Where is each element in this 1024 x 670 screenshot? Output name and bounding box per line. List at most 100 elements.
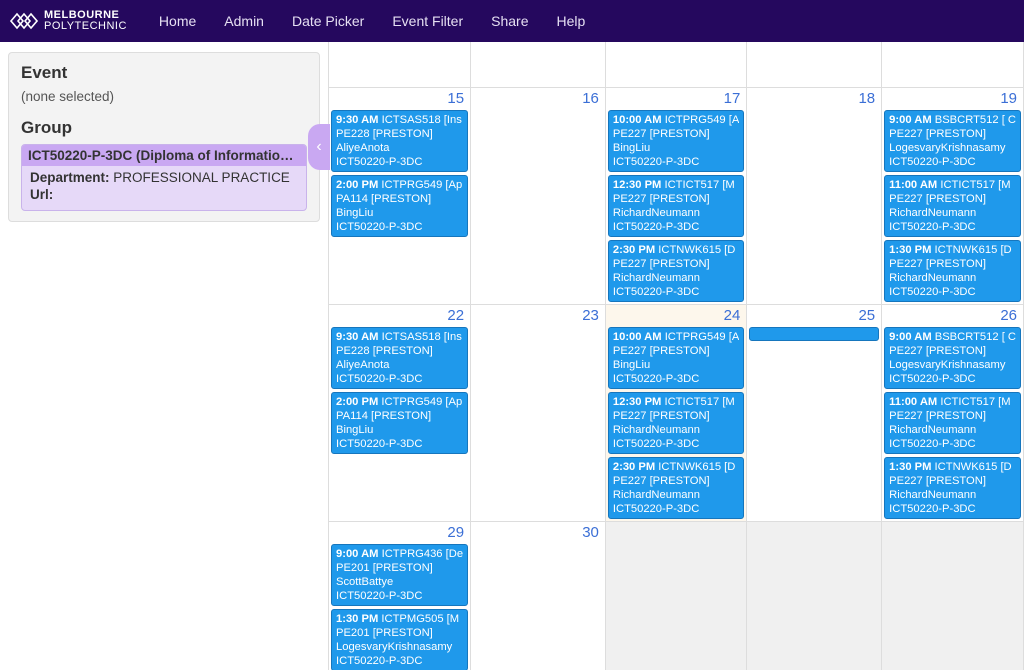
- day-cell[interactable]: 23: [471, 305, 606, 522]
- day-cell[interactable]: 15 9:30 AM ICTSAS518 [InsPE228 [PRESTON]A…: [329, 88, 471, 305]
- day-number[interactable]: 24: [724, 307, 741, 324]
- day-cell[interactable]: 16: [471, 88, 606, 305]
- day-cell[interactable]: [747, 522, 882, 670]
- event-code: ICT50220-P-3DC: [613, 437, 739, 451]
- brand-logo[interactable]: MELBOURNE POLYTECHNIC: [10, 10, 127, 32]
- event-time: 12:30 PM: [613, 396, 662, 408]
- event-who: RichardNeumann: [613, 206, 739, 220]
- event-room: PE227 [PRESTON]: [613, 257, 739, 271]
- calendar-event[interactable]: 2:30 PM ICTNWK615 [DPE227 [PRESTON]Richa…: [608, 240, 744, 302]
- calendar-event[interactable]: 9:30 AM ICTSAS518 [InsPE228 [PRESTON]Ali…: [331, 327, 468, 389]
- calendar-event[interactable]: 1:30 PM ICTNWK615 [DPE227 [PRESTON]Richa…: [884, 240, 1021, 302]
- day-cell[interactable]: [606, 42, 747, 88]
- event-code: ICT50220-P-3DC: [889, 285, 1016, 299]
- event-who: AliyeAnota: [336, 141, 463, 155]
- day-cell[interactable]: 25: [747, 305, 882, 522]
- day-cell[interactable]: 19 9:00 AM BSBCRT512 [ CPE227 [PRESTON]Lo…: [882, 88, 1024, 305]
- day-number[interactable]: 17: [724, 90, 741, 107]
- day-cell[interactable]: 29 9:00 AM ICTPRG436 [DePE201 [PRESTON]Sc…: [329, 522, 471, 670]
- nav-item-event-filter[interactable]: Event Filter: [378, 0, 477, 42]
- calendar-event[interactable]: 1:30 PM ICTNWK615 [DPE227 [PRESTON]Richa…: [884, 457, 1021, 519]
- nav-items: HomeAdminDate PickerEvent FilterShareHel…: [145, 0, 599, 42]
- day-number[interactable]: 18: [858, 90, 875, 107]
- event-code: ICT50220-P-3DC: [613, 155, 739, 169]
- calendar-event[interactable]: 1:30 PM ICTPMG505 [MPE201 [PRESTON]Loges…: [331, 609, 468, 670]
- event-title: ICTNWK615 [D: [655, 461, 735, 473]
- event-time: 2:30 PM: [613, 244, 655, 256]
- day-number[interactable]: 29: [447, 524, 464, 541]
- nav-item-share[interactable]: Share: [477, 0, 542, 42]
- calendar-event[interactable]: 2:00 PM ICTPRG549 [ApPA114 [PRESTON]Bing…: [331, 175, 468, 237]
- day-cell[interactable]: 18: [747, 88, 882, 305]
- day-cell[interactable]: [471, 42, 606, 88]
- day-number[interactable]: 16: [582, 90, 599, 107]
- day-cell[interactable]: 24 10:00 AM ICTPRG549 [APE227 [PRESTON]Bi…: [606, 305, 747, 522]
- event-who: RichardNeumann: [889, 206, 1016, 220]
- events-container: 10:00 AM ICTPRG549 [APE227 [PRESTON]Bing…: [608, 110, 744, 302]
- calendar-event[interactable]: 12:30 PM ICTICT517 [MPE227 [PRESTON]Rich…: [608, 392, 744, 454]
- event-time: 2:00 PM: [336, 179, 378, 191]
- event-room: PE227 [PRESTON]: [889, 344, 1016, 358]
- nav-item-date-picker[interactable]: Date Picker: [278, 0, 378, 42]
- day-cell[interactable]: 17 10:00 AM ICTPRG549 [APE227 [PRESTON]Bi…: [606, 88, 747, 305]
- day-cell[interactable]: 22 9:30 AM ICTSAS518 [InsPE228 [PRESTON]A…: [329, 305, 471, 522]
- event-room: PE227 [PRESTON]: [889, 192, 1016, 206]
- day-number[interactable]: 15: [447, 90, 464, 107]
- event-code: ICT50220-P-3DC: [613, 220, 739, 234]
- events-container: 9:30 AM ICTSAS518 [InsPE228 [PRESTON]Ali…: [331, 110, 468, 237]
- day-cell[interactable]: 30: [471, 522, 606, 670]
- main: Event (none selected) Group ICT50220-P-3…: [0, 42, 1024, 670]
- event-time: 9:30 AM: [336, 114, 378, 126]
- day-cell[interactable]: [747, 42, 882, 88]
- calendar-event[interactable]: 10:00 AM ICTPRG549 [APE227 [PRESTON]Bing…: [608, 110, 744, 172]
- day-cell[interactable]: [882, 522, 1024, 670]
- day-cell[interactable]: 26 9:00 AM BSBCRT512 [ CPE227 [PRESTON]Lo…: [882, 305, 1024, 522]
- calendar-event[interactable]: 2:00 PM ICTPRG549 [ApPA114 [PRESTON]Bing…: [331, 392, 468, 454]
- sidebar-panel: Event (none selected) Group ICT50220-P-3…: [8, 52, 320, 222]
- calendar-event[interactable]: 9:00 AM ICTPRG436 [DePE201 [PRESTON]Scot…: [331, 544, 468, 606]
- events-container: 9:00 AM ICTPRG436 [DePE201 [PRESTON]Scot…: [331, 544, 468, 670]
- event-room: PE227 [PRESTON]: [613, 344, 739, 358]
- event-time: 1:30 PM: [889, 244, 931, 256]
- event-title: ICTPRG436 [De: [378, 548, 463, 560]
- collapse-sidebar-button[interactable]: ‹: [308, 124, 330, 170]
- day-number[interactable]: 25: [858, 307, 875, 324]
- brand-text: MELBOURNE POLYTECHNIC: [44, 10, 127, 32]
- event-room: PA114 [PRESTON]: [336, 409, 463, 423]
- day-number[interactable]: 19: [1000, 90, 1017, 107]
- day-number[interactable]: 23: [582, 307, 599, 324]
- calendar-event[interactable]: 11:00 AM ICTICT517 [MPE227 [PRESTON]Rich…: [884, 392, 1021, 454]
- day-number[interactable]: 22: [447, 307, 464, 324]
- day-number[interactable]: 30: [582, 524, 599, 541]
- event-code: ICT50220-P-3DC: [889, 220, 1016, 234]
- event-room: PE227 [PRESTON]: [613, 474, 739, 488]
- calendar-event[interactable]: 2:30 PM ICTNWK615 [DPE227 [PRESTON]Richa…: [608, 457, 744, 519]
- calendar-event[interactable]: [749, 327, 879, 341]
- calendar-event[interactable]: 10:00 AM ICTPRG549 [APE227 [PRESTON]Bing…: [608, 327, 744, 389]
- nav-item-admin[interactable]: Admin: [210, 0, 278, 42]
- event-time: 1:30 PM: [336, 613, 378, 625]
- day-cell[interactable]: [882, 42, 1024, 88]
- event-time: 2:30 PM: [613, 461, 655, 473]
- event-time: 10:00 AM: [613, 114, 662, 126]
- nav-item-home[interactable]: Home: [145, 0, 210, 42]
- day-cell[interactable]: [606, 522, 747, 670]
- event-room: PE227 [PRESTON]: [889, 474, 1016, 488]
- event-who: RichardNeumann: [613, 271, 739, 285]
- chevron-left-icon: ‹: [316, 138, 321, 156]
- group-card[interactable]: ICT50220-P-3DC (Diploma of Information T…: [21, 144, 307, 211]
- group-dept-label: Department:: [30, 170, 110, 185]
- calendar-event[interactable]: 11:00 AM ICTICT517 [MPE227 [PRESTON]Rich…: [884, 175, 1021, 237]
- event-code: ICT50220-P-3DC: [613, 372, 739, 386]
- event-title: ICTNWK615 [D: [655, 244, 735, 256]
- calendar-event[interactable]: 9:00 AM BSBCRT512 [ CPE227 [PRESTON]Loge…: [884, 327, 1021, 389]
- navbar: MELBOURNE POLYTECHNIC HomeAdminDate Pick…: [0, 0, 1024, 42]
- group-title: ICT50220-P-3DC (Diploma of Information T…: [22, 145, 306, 166]
- day-number[interactable]: 26: [1000, 307, 1017, 324]
- calendar-event[interactable]: 9:30 AM ICTSAS518 [InsPE228 [PRESTON]Ali…: [331, 110, 468, 172]
- calendar-event[interactable]: 12:30 PM ICTICT517 [MPE227 [PRESTON]Rich…: [608, 175, 744, 237]
- nav-item-help[interactable]: Help: [543, 0, 600, 42]
- day-cell[interactable]: [329, 42, 471, 88]
- calendar-event[interactable]: 9:00 AM BSBCRT512 [ CPE227 [PRESTON]Loge…: [884, 110, 1021, 172]
- event-room: PA114 [PRESTON]: [336, 192, 463, 206]
